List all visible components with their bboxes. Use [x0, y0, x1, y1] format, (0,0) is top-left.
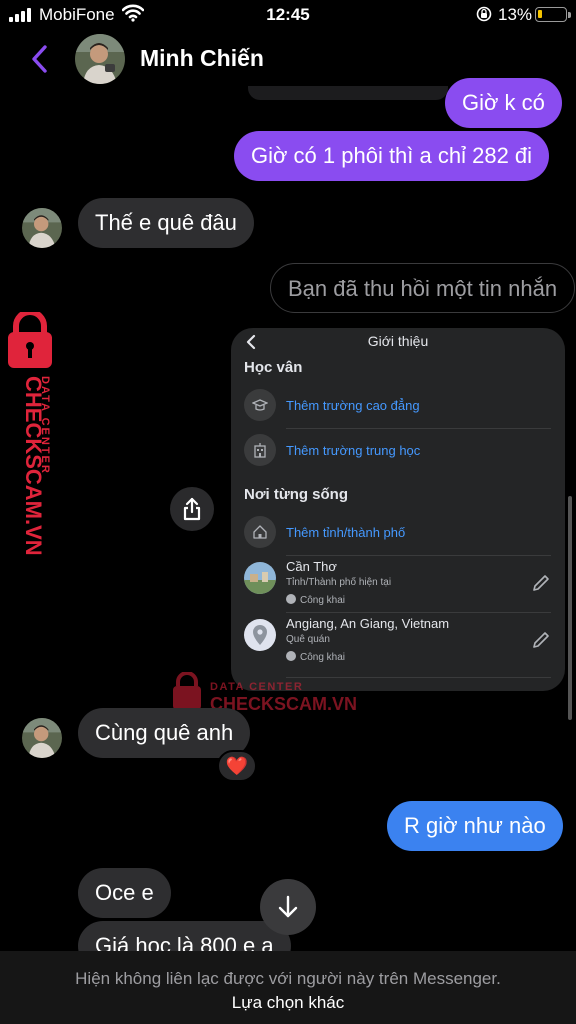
message-sent-bubble[interactable]: Giờ k có [445, 78, 562, 128]
globe-icon [286, 651, 296, 661]
message-received-bubble[interactable]: Oce e [78, 868, 171, 918]
divider [286, 612, 551, 613]
message-sent-bubble[interactable]: Giờ có 1 phôi thì a chỉ 282 đi [234, 131, 550, 181]
scroll-indicator[interactable] [568, 496, 572, 720]
scroll-to-bottom-button[interactable] [260, 879, 316, 935]
school-building-icon [244, 434, 276, 466]
location-pin-icon [244, 619, 276, 651]
unavailable-footer: Hiện không liên lạc được với người này t… [0, 951, 576, 1024]
message-received-bubble[interactable]: Thế e quê đâu [78, 198, 254, 248]
hometown-name: Angiang, An Giang, Vietnam [286, 616, 450, 631]
divider [286, 428, 551, 429]
contact-avatar-small[interactable] [22, 208, 62, 248]
contact-avatar-small[interactable] [22, 718, 62, 758]
pencil-icon [533, 575, 549, 591]
message-received-bubble[interactable]: Cùng quê anh [78, 708, 251, 758]
globe-icon [286, 594, 296, 604]
back-button[interactable] [26, 42, 54, 76]
hometown-privacy: Công khai [286, 651, 345, 663]
arrow-down-icon [278, 895, 298, 918]
pencil-icon [533, 632, 549, 648]
other-options-link[interactable]: Lựa chọn khác [0, 993, 576, 1013]
unavailable-notice: Hiện không liên lạc được với người này t… [75, 969, 501, 988]
current-city-name: Cần Thơ [286, 559, 337, 574]
add-city-link: Thêm tỉnh/thành phố [286, 525, 406, 540]
svg-text:DATA CENTER: DATA CENTER [39, 376, 51, 475]
divider [286, 555, 551, 556]
current-city-privacy: Công khai [286, 594, 345, 606]
share-icon [183, 497, 201, 521]
image-message-screenshot[interactable]: Giới thiệu Học vân Thêm trường cao đẳng … [231, 328, 565, 691]
screenshot-title: Giới thiệu [367, 333, 429, 349]
heart-reaction[interactable]: ❤️ [217, 750, 257, 782]
battery-percent: 13% [498, 5, 533, 24]
unsent-message-notice: Bạn đã thu hồi một tin nhắn [270, 263, 576, 313]
city-photo [244, 562, 276, 594]
hometown-subtitle: Quê quán [286, 634, 330, 645]
current-city-subtitle: Tỉnh/Thành phố hiện tại [286, 577, 392, 588]
add-college-link: Thêm trường cao đẳng [286, 398, 420, 413]
rotation-lock-icon [476, 6, 492, 22]
battery-icon [535, 7, 571, 22]
contact-avatar[interactable] [75, 34, 125, 84]
checkscam-watermark-logo: CHECKSCAM.VN DATA CENTER [8, 312, 52, 556]
share-button[interactable] [170, 487, 214, 531]
home-icon [244, 516, 276, 548]
status-bar: MobiFone 12:45 13% [0, 0, 576, 30]
previous-message-edge [248, 86, 448, 100]
contact-name[interactable]: Minh Chiến [140, 45, 264, 72]
svg-text:DATA CENTER: DATA CENTER [210, 681, 303, 693]
graduation-cap-icon [244, 389, 276, 421]
add-highschool-link: Thêm trường trung học [286, 443, 421, 458]
message-sent-bubble[interactable]: R giờ như nào [387, 801, 563, 851]
section-places-lived: Nơi từng sống [244, 486, 349, 503]
section-education: Học vân [244, 359, 303, 376]
